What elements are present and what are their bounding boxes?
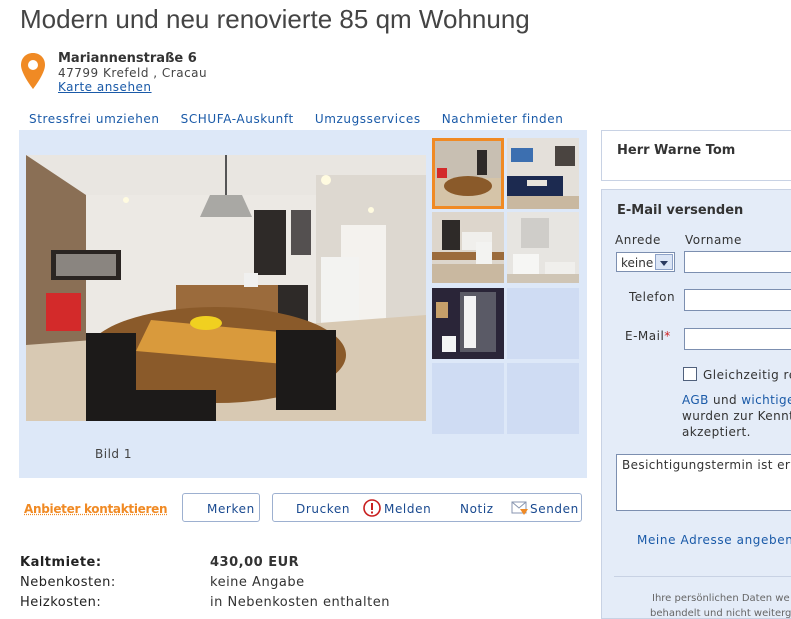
main-photo[interactable] (26, 155, 426, 421)
remember-button-label: Merken (207, 502, 255, 516)
add-address-link[interactable]: Meine Adresse angeben (637, 533, 791, 547)
form-title: E-Mail versenden (617, 203, 744, 218)
fact-label: Nebenkosten: (20, 575, 116, 590)
contact-provider-link[interactable]: Anbieter kontaktieren (24, 502, 168, 516)
service-link-successor-tenant[interactable]: Nachmieter finden (442, 112, 564, 130)
print-button[interactable]: Drucken (296, 502, 350, 516)
copy-checkbox[interactable] (683, 367, 697, 381)
email-label: E-Mail* (625, 329, 671, 343)
page-title: Modern und neu renovierte 85 qm Wohnung (20, 4, 530, 34)
service-links: Stressfrei umziehen SCHUFA-Auskunft Umzu… (20, 112, 575, 130)
address-city: 47799 Krefeld , Cracau (58, 66, 208, 80)
email-input[interactable] (684, 328, 791, 350)
message-text: Besichtigungstermin ist erw (622, 458, 791, 472)
map-link[interactable]: Karte ansehen (58, 80, 152, 94)
message-textarea[interactable]: Besichtigungstermin ist erw (616, 454, 791, 511)
gallery-thumbnail[interactable] (507, 138, 579, 209)
fact-label: Heizkosten: (20, 595, 102, 610)
firstname-label: Vorname (685, 233, 742, 247)
copy-checkbox-label: Gleichzeitig re (703, 368, 791, 382)
service-link-moving-services[interactable]: Umzugsservices (315, 112, 421, 130)
gallery-thumbnail-empty (507, 288, 579, 359)
divider (614, 576, 791, 577)
gallery-thumbnail[interactable] (507, 212, 579, 283)
fact-value: 430,00 EUR (210, 555, 300, 570)
service-link-schufa[interactable]: SCHUFA-Auskunft (181, 112, 294, 130)
gallery-thumbnail[interactable] (432, 288, 504, 359)
contact-form: E-Mail versenden Anrede Vorname keine Te… (601, 189, 791, 619)
report-button[interactable]: Melden (384, 502, 431, 516)
phone-label: Telefon (629, 290, 676, 304)
photo-gallery: Bild 1 (19, 130, 587, 478)
salutation-select[interactable]: keine (616, 252, 675, 272)
gallery-thumbnail[interactable] (432, 212, 504, 283)
send-button[interactable]: Senden (530, 502, 579, 516)
firstname-input[interactable] (684, 251, 791, 273)
terms-line-2: wurden zur Kenntn (682, 409, 791, 423)
fact-value: in Nebenkosten enthalten (210, 595, 390, 610)
gallery-thumbnail-empty (432, 363, 504, 434)
fact-value: keine Angabe (210, 575, 305, 590)
terms-and: und (708, 393, 742, 407)
address-street: Mariannenstraße 6 (58, 51, 197, 66)
actions-toolbar: Drucken Melden Notiz Senden (272, 493, 582, 522)
terms-text: AGB und wichtige wurden zur Kenntn akzep… (682, 392, 791, 440)
terms-important-link[interactable]: wichtige (741, 393, 791, 407)
privacy-note-2: behandelt und nicht weitergeg (650, 608, 791, 619)
gallery-thumbnail-empty (507, 363, 579, 434)
fact-label: Kaltmiete: (20, 555, 102, 570)
photo-caption: Bild 1 (95, 447, 132, 461)
terms-agb-link[interactable]: AGB (682, 393, 709, 407)
provider-box: Herr Warne Tom (601, 130, 791, 181)
provider-name: Herr Warne Tom (617, 143, 736, 158)
location-pin-icon (21, 53, 45, 89)
service-link-moving[interactable]: Stressfrei umziehen (29, 112, 160, 130)
chevron-down-icon[interactable] (655, 254, 673, 270)
phone-input[interactable] (684, 289, 791, 311)
warning-icon[interactable] (363, 499, 381, 517)
salutation-label: Anrede (615, 233, 661, 247)
gallery-thumbnail[interactable] (432, 138, 504, 209)
privacy-note: Ihre persönlichen Daten we (652, 593, 790, 604)
salutation-value: keine (621, 256, 654, 270)
terms-line-3: akzeptiert. (682, 425, 751, 439)
remember-button[interactable]: Merken (182, 493, 260, 522)
send-mail-icon[interactable] (511, 500, 529, 516)
note-button[interactable]: Notiz (460, 502, 494, 516)
